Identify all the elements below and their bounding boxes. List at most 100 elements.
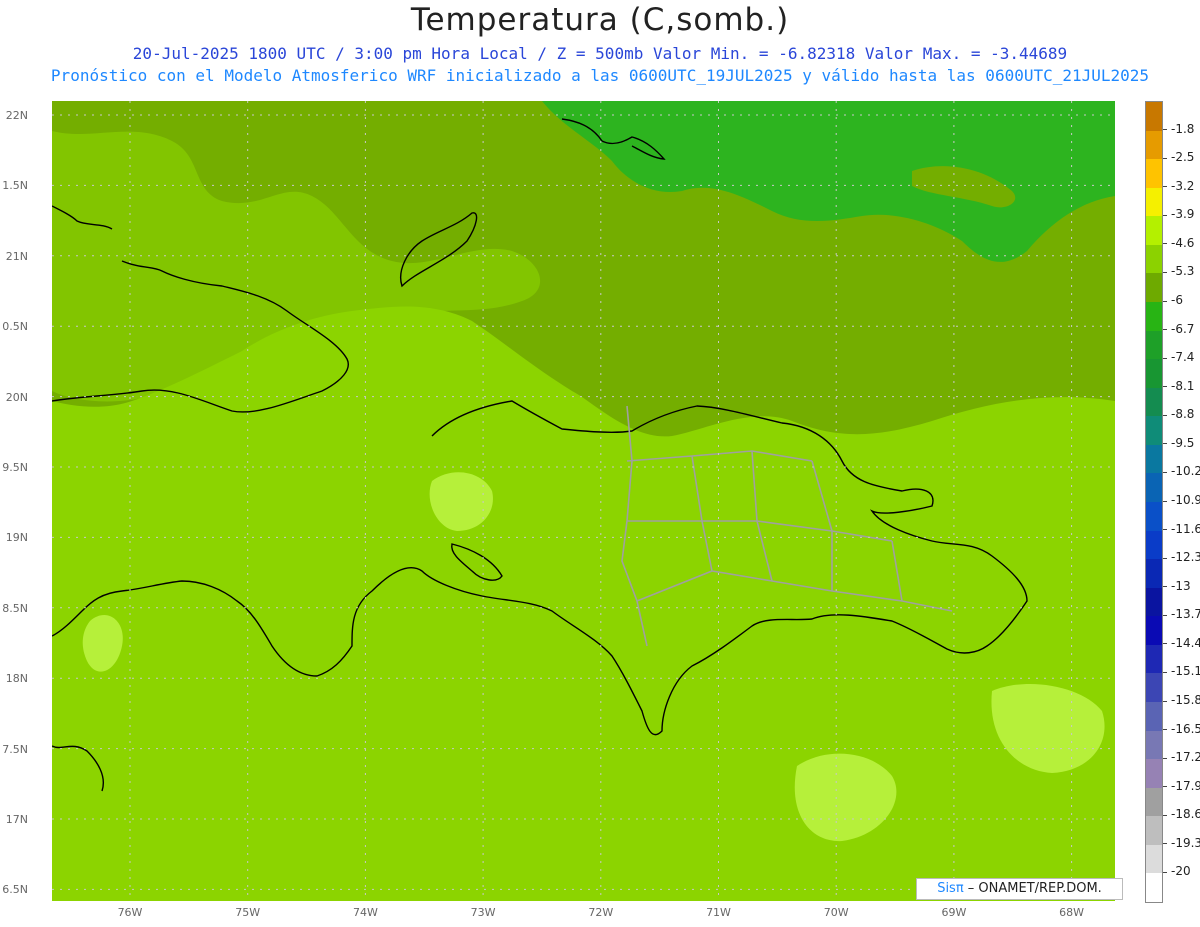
colorbar-tick [1163,586,1167,588]
lat-label: 18N [5,672,28,686]
colorbar-swatch [1146,787,1162,817]
lon-label: 72W [588,906,614,919]
colorbar-swatch [1146,273,1162,303]
colorbar-tick [1163,271,1167,273]
credit-box: Sisπ – ONAMET/REP.DOM. [916,878,1123,900]
colorbar-swatch [1146,416,1162,446]
colorbar-tick [1163,786,1167,788]
lat-label: 0.5N [2,320,28,334]
colorbar-label: -14.4 [1171,635,1200,650]
colorbar-label: -16.5 [1171,721,1200,736]
colorbar-label: -1.8 [1171,121,1195,136]
colorbar-tick [1163,300,1167,302]
colorbar [1145,101,1163,903]
colorbar-label: -17.9 [1171,778,1200,793]
colorbar-swatch [1146,502,1162,532]
colorbar-swatch [1146,730,1162,760]
colorbar-label: -10.9 [1171,493,1200,507]
colorbar-label: -3.2 [1171,178,1195,193]
colorbar-swatch [1146,873,1162,903]
colorbar-swatch [1146,759,1162,789]
colorbar-label: -18.6 [1171,807,1200,822]
colorbar-tick [1163,443,1167,445]
lon-label: 75W [235,906,261,919]
colorbar-tick [1163,186,1167,188]
colorbar-tick [1163,129,1167,131]
colorbar-swatch [1146,130,1162,160]
colorbar-swatch [1146,559,1162,589]
colorbar-tick [1163,700,1167,702]
map-title: Temperatura (C,somb.) [410,2,790,38]
temperature-map [51,101,1115,901]
colorbar-label: -10.2 [1171,464,1200,479]
colorbar-label: -8.8 [1171,407,1195,422]
colorbar-tick [1163,243,1167,245]
colorbar-swatch [1146,244,1162,274]
colorbar-label: -19.3 [1171,835,1200,850]
colorbar-label: -8.1 [1171,378,1195,393]
lon-label: 76W [117,906,143,919]
colorbar-tick [1163,214,1167,216]
colorbar-label: -17.2 [1171,750,1200,765]
lon-label: 68W [1059,906,1085,919]
colorbar-label: -12.3 [1171,550,1200,565]
colorbar-swatch [1146,816,1162,846]
lon-label: 69W [941,906,967,919]
model-info-line: Pronóstico con el Modelo Atmosferico WRF… [50,66,1150,85]
colorbar-tick [1163,671,1167,673]
colorbar-tick [1163,871,1167,873]
colorbar-tick [1163,157,1167,159]
lon-label: 71W [706,906,731,919]
colorbar-tick [1163,643,1167,645]
colorbar-swatch [1146,673,1162,703]
colorbar-label: -13.7 [1171,607,1200,622]
colorbar-tick [1163,757,1167,759]
lon-label: 70W [823,906,849,919]
lat-label: 6.5N [2,883,28,897]
colorbar-tick [1163,329,1167,331]
colorbar-tick [1163,386,1167,388]
lat-label: 22N [5,109,28,122]
colorbar-swatch [1146,216,1162,246]
colorbar-tick [1163,814,1167,816]
lon-label: 74W [352,906,378,919]
lat-label: 21N [5,249,28,263]
colorbar-tick [1163,471,1167,473]
colorbar-tick [1163,843,1167,845]
forecast-time-line: 20-Jul-2025 1800 UTC / 3:00 pm Hora Loca… [132,44,1068,63]
colorbar-label: -9.5 [1171,435,1195,450]
colorbar-label: -15.8 [1171,693,1200,707]
colorbar-swatch [1146,616,1162,646]
colorbar-swatch [1146,587,1162,617]
colorbar-tick [1163,529,1167,531]
colorbar-swatch [1146,444,1162,474]
colorbar-label: -6 [1171,293,1183,307]
colorbar-swatch [1146,530,1162,560]
colorbar-tick [1163,557,1167,559]
colorbar-swatch [1146,159,1162,189]
lat-label: 20N [5,390,28,404]
colorbar-label: -2.5 [1171,150,1195,165]
colorbar-swatch [1146,473,1162,503]
colorbar-swatch [1146,102,1162,132]
lon-label: 73W [470,906,496,919]
lat-label: 19N [5,531,28,545]
map-svg [51,101,1115,901]
colorbar-swatch [1146,359,1162,389]
colorbar-label: -6.7 [1171,321,1195,336]
colorbar-label: -7.4 [1171,350,1195,365]
colorbar-label: -5.3 [1171,264,1195,279]
colorbar-tick [1163,729,1167,731]
colorbar-label: -3.9 [1171,207,1195,222]
lat-label: 1.5N [2,179,28,193]
colorbar-tick [1163,414,1167,416]
colorbar-swatch [1146,644,1162,674]
colorbar-swatch [1146,387,1162,417]
colorbar-swatch [1146,302,1162,332]
lat-label: 7.5N [2,742,28,756]
colorbar-swatch [1146,702,1162,732]
colorbar-label: -11.6 [1171,521,1200,536]
colorbar-label: -20 [1171,864,1191,879]
colorbar-label: -4.6 [1171,235,1195,250]
colorbar-swatch [1146,844,1162,874]
